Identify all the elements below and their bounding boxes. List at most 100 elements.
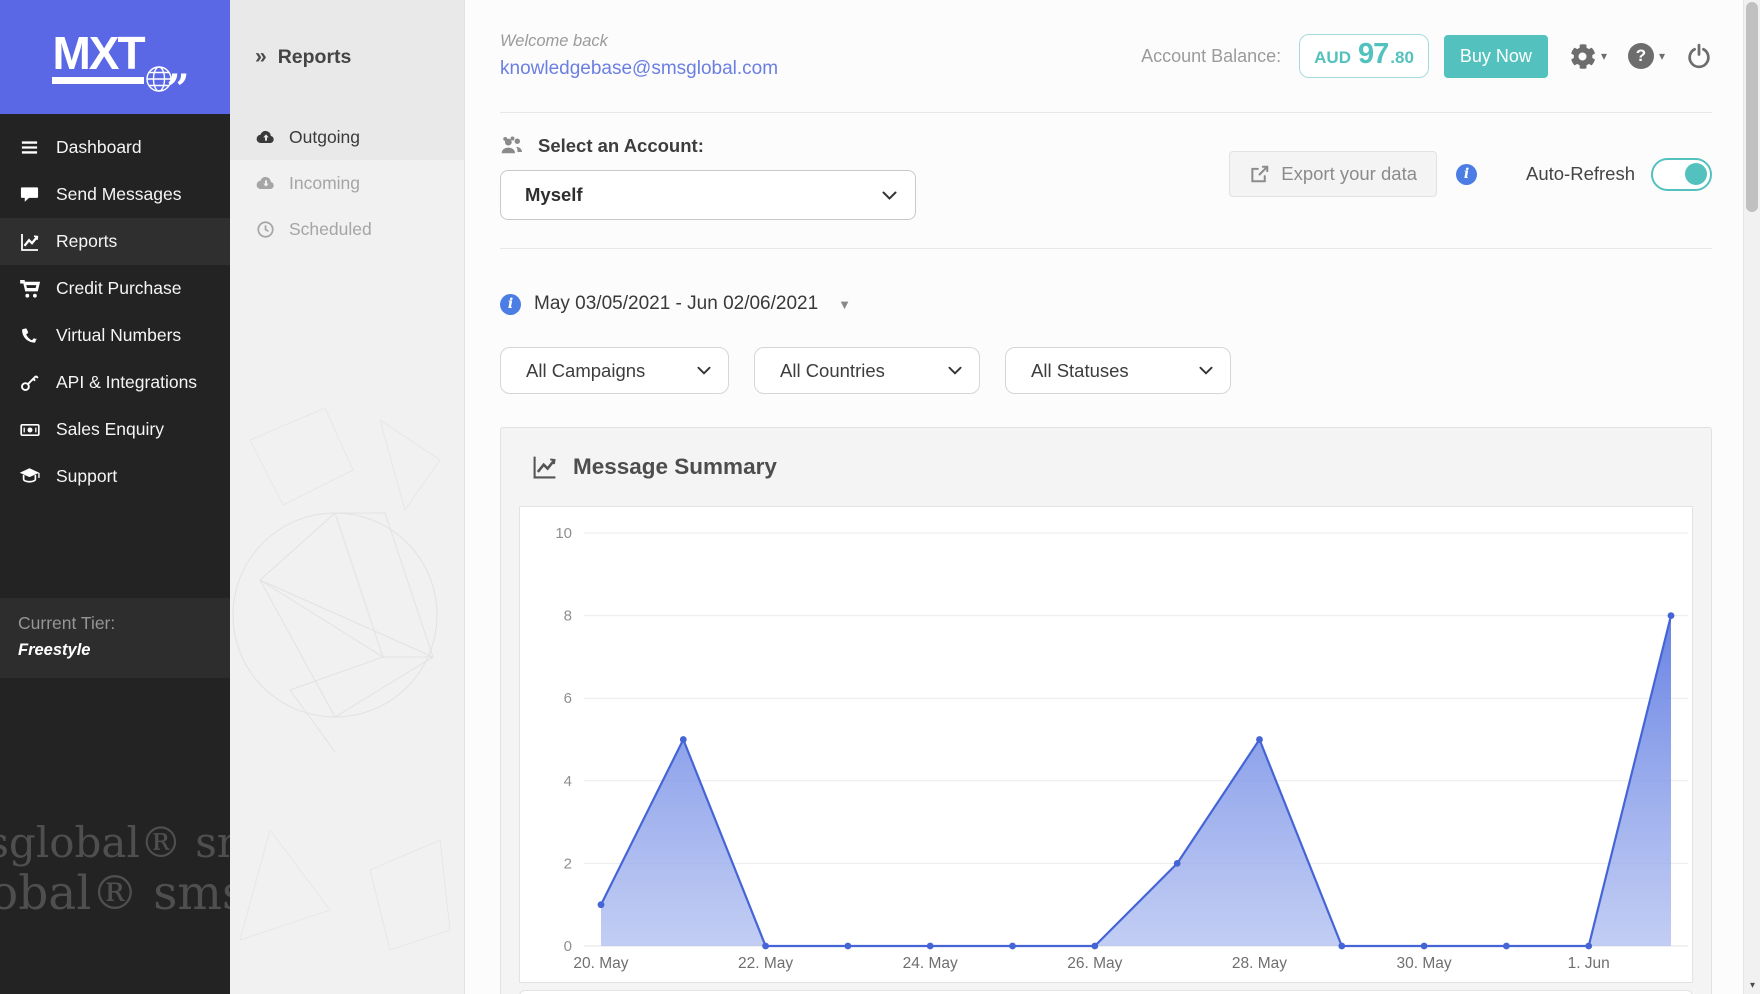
hamburger-icon: [18, 138, 41, 157]
date-range-picker[interactable]: i May 03/05/2021 - Jun 02/06/2021 ▼: [500, 293, 851, 315]
message-summary-header: Message Summary: [519, 428, 1693, 506]
svg-text:8: 8: [564, 608, 572, 625]
svg-text:10: 10: [555, 525, 572, 542]
sidebar-item-credit-purchase[interactable]: Credit Purchase: [0, 265, 230, 312]
export-label: Export your data: [1281, 163, 1417, 185]
cloud-download-icon: [255, 173, 276, 193]
account-select[interactable]: Myself: [500, 170, 916, 220]
logo-wrap: MXT ”: [52, 30, 143, 84]
buy-now-button[interactable]: Buy Now: [1444, 35, 1548, 78]
sidebar-item-dashboard[interactable]: Dashboard: [0, 124, 230, 171]
sidebar-item-sales-enquiry[interactable]: Sales Enquiry: [0, 406, 230, 453]
smsglobal-watermark: smsglobal® smsglobal® smsglobal® smsglob…: [0, 678, 230, 994]
svg-text:4: 4: [564, 773, 572, 790]
shopping-cart-icon: [18, 279, 41, 299]
subnav-item-outgoing[interactable]: Outgoing: [230, 114, 464, 160]
phone-icon: [18, 327, 41, 345]
logo-text: MXT: [52, 30, 143, 84]
chevron-down-icon: [882, 191, 897, 200]
subnav-item-label: Outgoing: [289, 127, 360, 148]
scrollbar-thumb[interactable]: [1746, 2, 1758, 212]
chevron-down-icon: [1199, 366, 1213, 375]
statuses-filter-value: All Statuses: [1031, 360, 1129, 382]
sidebar-item-label: Reports: [56, 231, 117, 252]
sidebar-item-send-messages[interactable]: Send Messages: [0, 171, 230, 218]
auto-refresh-toggle[interactable]: [1651, 158, 1712, 191]
sidebar-item-reports[interactable]: Reports: [0, 218, 230, 265]
subnav-header: » Reports: [230, 0, 464, 114]
export-icon: [1249, 164, 1270, 185]
message-summary-chart: 024681020. May22. May24. May26. May28. M…: [519, 506, 1693, 983]
sidebar: MXT ” Dashboard Send Messages: [0, 0, 230, 994]
svg-text:22. May: 22. May: [738, 955, 793, 972]
campaigns-filter-select[interactable]: All Campaigns: [500, 347, 729, 394]
help-menu-button[interactable]: ? ▾: [1628, 43, 1665, 69]
info-icon[interactable]: i: [1456, 164, 1477, 185]
account-select-value: Myself: [525, 184, 583, 206]
caret-down-icon: ▼: [838, 297, 851, 312]
sidebar-item-label: Sales Enquiry: [56, 419, 164, 440]
tier-label: Current Tier:: [18, 613, 212, 634]
caret-down-icon: ▾: [1601, 49, 1607, 63]
balance-amount: 97: [1358, 38, 1388, 71]
welcome-block: Welcome back knowledgebase@smsglobal.com: [500, 32, 778, 80]
graduation-cap-icon: [18, 466, 41, 487]
logout-button[interactable]: [1686, 43, 1712, 69]
account-balance: AUD 97 .80: [1299, 34, 1429, 78]
sidebar-item-label: Credit Purchase: [56, 278, 181, 299]
subnav-item-incoming[interactable]: Incoming: [230, 160, 464, 206]
campaigns-filter-value: All Campaigns: [526, 360, 645, 382]
sidebar-item-api-integrations[interactable]: API & Integrations: [0, 359, 230, 406]
quote-marks-icon: ”: [167, 70, 190, 110]
clock-icon: [255, 220, 276, 239]
filters-row: All Campaigns All Countries All Statuses: [500, 347, 1712, 394]
export-data-button[interactable]: Export your data: [1229, 151, 1437, 197]
svg-text:1. Jun: 1. Jun: [1568, 955, 1610, 972]
area-chart: 024681020. May22. May24. May26. May28. M…: [520, 507, 1692, 983]
chat-bubble-icon: [18, 185, 41, 204]
vertical-scrollbar[interactable]: ▾: [1743, 0, 1760, 994]
current-tier-box: Current Tier: Freestyle: [0, 598, 230, 678]
sidebar-item-label: Dashboard: [56, 137, 142, 158]
key-icon: [18, 373, 41, 392]
watermark-line: smsglobal® smsglobal® smsglobal® smsglob…: [0, 818, 230, 867]
scrollbar-down-arrow[interactable]: ▾: [1744, 977, 1760, 993]
statuses-filter-select[interactable]: All Statuses: [1005, 347, 1231, 394]
toggle-knob: [1685, 163, 1707, 185]
decorative-mesh-pattern: [230, 400, 465, 994]
message-summary-title: Message Summary: [573, 454, 777, 480]
svg-text:20. May: 20. May: [573, 955, 628, 972]
question-icon: ?: [1628, 43, 1654, 69]
account-row: Select an Account: Myself Export your da…: [500, 113, 1712, 249]
svg-text:24. May: 24. May: [903, 955, 958, 972]
brand-logo[interactable]: MXT ”: [0, 0, 230, 114]
subnav-item-scheduled[interactable]: Scheduled: [230, 206, 464, 252]
info-icon[interactable]: i: [500, 294, 521, 315]
settings-menu-button[interactable]: ▾: [1569, 43, 1607, 70]
countries-filter-value: All Countries: [780, 360, 885, 382]
auto-refresh-label: Auto-Refresh: [1526, 163, 1635, 185]
chart-line-icon: [532, 454, 558, 480]
svg-text:6: 6: [564, 690, 572, 707]
caret-down-icon: ▾: [1659, 49, 1665, 63]
balance-currency: AUD: [1314, 48, 1351, 68]
users-icon: [500, 135, 525, 157]
sidebar-nav: Dashboard Send Messages Reports Credit P…: [0, 114, 230, 500]
sidebar-item-virtual-numbers[interactable]: Virtual Numbers: [0, 312, 230, 359]
countries-filter-select[interactable]: All Countries: [754, 347, 980, 394]
svg-text:26. May: 26. May: [1067, 955, 1122, 972]
sidebar-item-support[interactable]: Support: [0, 453, 230, 500]
tier-value: Freestyle: [18, 641, 212, 660]
date-range-text: May 03/05/2021 - Jun 02/06/2021: [534, 293, 818, 315]
power-icon: [1686, 43, 1712, 69]
balance-label: Account Balance:: [1141, 46, 1281, 67]
sidebar-item-label: Virtual Numbers: [56, 325, 181, 346]
account-email-link[interactable]: knowledgebase@smsglobal.com: [500, 58, 778, 80]
double-chevron-icon: »: [255, 45, 267, 69]
sidebar-item-label: Send Messages: [56, 184, 182, 205]
welcome-text: Welcome back: [500, 32, 778, 51]
chevron-down-icon: [697, 366, 711, 375]
next-section-panel: [519, 990, 1693, 994]
header-actions: Account Balance: AUD 97 .80 Buy Now ▾ ? …: [1141, 34, 1712, 78]
gear-icon: [1569, 43, 1596, 70]
